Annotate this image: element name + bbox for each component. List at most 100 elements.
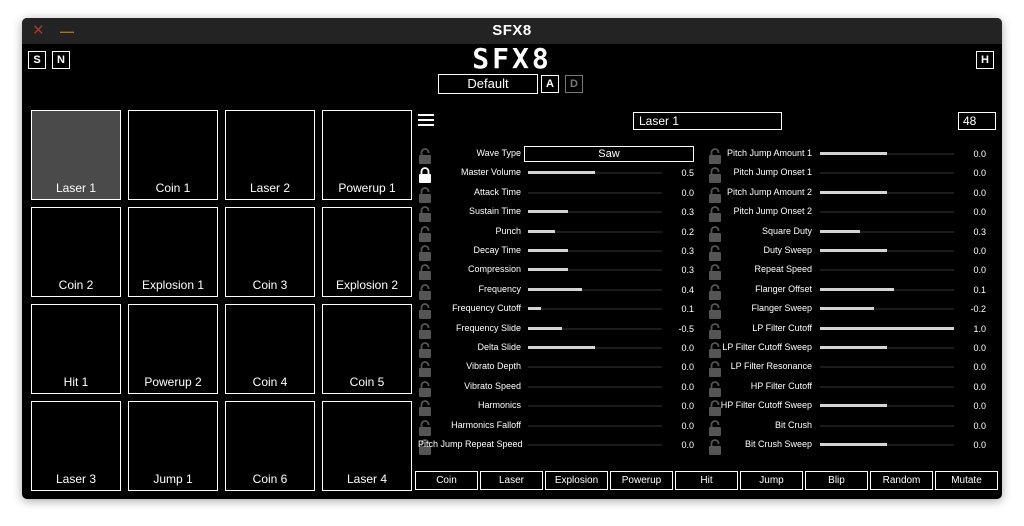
sound-pad-label: Coin 4 (252, 375, 288, 389)
param-bit-crush: Bit Crush 0.0 (708, 417, 988, 436)
slider-fill (820, 307, 874, 311)
param-slider[interactable] (528, 249, 662, 252)
param-slider[interactable] (820, 346, 954, 349)
sound-pad-label: Explosion 1 (141, 278, 205, 292)
param-value: 0.3 (681, 207, 694, 218)
sound-pad-laser-1[interactable]: Laser 1 (31, 110, 121, 200)
param-slider[interactable] (528, 210, 662, 214)
param-lp-filter-cutoff: LP Filter Cutoff 1.0 (708, 320, 988, 339)
generate-mutate-button[interactable]: Mutate (935, 471, 998, 490)
sound-pad-laser-3[interactable]: Laser 3 (31, 401, 121, 491)
param-slider[interactable] (820, 385, 954, 388)
sound-pad-hit-1[interactable]: Hit 1 (31, 304, 121, 394)
param-pitch-jump-onset-1: Pitch Jump Onset 1 0.0 (708, 164, 988, 184)
sound-pad-powerup-1[interactable]: Powerup 1 (322, 110, 412, 200)
param-slider[interactable] (820, 249, 954, 252)
sound-pad-explosion-1[interactable]: Explosion 1 (128, 207, 218, 297)
param-value: 0.3 (681, 265, 694, 276)
d-button[interactable]: D (565, 75, 583, 93)
param-label: Master Volume (460, 167, 521, 178)
param-value: 0.0 (973, 187, 986, 198)
slider-fill (528, 249, 568, 252)
param-value: 0.0 (973, 401, 986, 412)
param-slider[interactable] (528, 424, 662, 427)
param-punch: Punch 0.2 (418, 223, 696, 242)
param-slider[interactable] (820, 424, 954, 427)
param-label: Frequency (478, 283, 521, 294)
preset-selector[interactable]: Default (438, 74, 538, 94)
param-slider[interactable] (820, 287, 954, 291)
param-slider[interactable] (528, 229, 662, 233)
sound-number-field[interactable]: 48 (958, 112, 996, 130)
param-flanger-offset: Flanger Offset 0.1 (708, 281, 988, 300)
sound-name-field[interactable]: Laser 1 (633, 112, 782, 130)
param-slider[interactable] (528, 191, 662, 194)
param-slider[interactable] (528, 287, 662, 291)
param-slider[interactable] (820, 307, 954, 311)
param-value: 0.1 (681, 304, 694, 315)
param-frequency-cutoff: Frequency Cutoff 0.1 (418, 300, 696, 320)
param-slider[interactable] (820, 269, 954, 272)
param-pitch-jump-repeat-speed: Pitch Jump Repeat Speed 0.0 (418, 436, 696, 455)
param-slider[interactable] (820, 366, 954, 369)
a-button[interactable]: A (541, 75, 559, 93)
param-pitch-jump-amount-1: Pitch Jump Amount 1 0.0 (708, 145, 988, 164)
sound-pad-coin-3[interactable]: Coin 3 (225, 207, 315, 297)
app-logo: SFX8 (472, 42, 552, 75)
param-label: Decay Time (473, 245, 521, 255)
param-slider[interactable] (528, 307, 662, 311)
slider-fill (820, 190, 887, 194)
param-delta-slide: Delta Slide 0.0 (418, 339, 696, 358)
param-label: Pitch Jump Amount 1 (726, 148, 812, 158)
param-slider[interactable] (820, 443, 954, 446)
param-slider[interactable] (528, 326, 662, 330)
sound-pad-jump-1[interactable]: Jump 1 (128, 401, 218, 491)
generate-jump-button[interactable]: Jump (740, 471, 803, 490)
generate-random-button[interactable]: Random (870, 471, 933, 490)
param-slider[interactable] (820, 326, 954, 330)
param-slider[interactable] (528, 385, 662, 388)
generate-coin-button[interactable]: Coin (415, 471, 478, 490)
param-slider[interactable] (820, 152, 954, 155)
sound-pad-label: Coin 6 (252, 472, 288, 486)
sound-pad-explosion-2[interactable]: Explosion 2 (322, 207, 412, 297)
generate-powerup-button[interactable]: Powerup (610, 471, 673, 490)
hamburger-menu-icon[interactable] (418, 114, 434, 128)
sound-pad-label: Laser 1 (55, 181, 97, 195)
param-slider[interactable] (528, 268, 662, 272)
sound-pad-coin-2[interactable]: Coin 2 (31, 207, 121, 297)
sound-pad-laser-2[interactable]: Laser 2 (225, 110, 315, 200)
param-slider[interactable] (820, 190, 954, 194)
sound-pad-coin-5[interactable]: Coin 5 (322, 304, 412, 394)
sound-pad-coin-6[interactable]: Coin 6 (225, 401, 315, 491)
sound-pad-label: Powerup 1 (338, 181, 396, 195)
param-slider[interactable] (820, 172, 954, 175)
param-slider[interactable] (528, 346, 662, 349)
sound-pad-powerup-2[interactable]: Powerup 2 (128, 304, 218, 394)
param-slider[interactable] (820, 404, 954, 408)
param-label: Harmonics (477, 400, 521, 411)
generate-hit-button[interactable]: Hit (675, 471, 738, 490)
generate-blip-button[interactable]: Blip (805, 471, 868, 490)
wave-type-select[interactable]: Saw (524, 146, 694, 162)
param-lp-filter-cutoff-sweep: LP Filter Cutoff Sweep 0.0 (708, 339, 988, 358)
sound-pad-label: Laser 4 (346, 472, 388, 486)
param-value: 0.0 (973, 168, 986, 179)
param-slider[interactable] (820, 229, 954, 233)
generate-laser-button[interactable]: Laser (480, 471, 543, 490)
param-slider[interactable] (820, 211, 954, 214)
title-bar: ✕ — SFX8 (22, 18, 1002, 44)
param-value: 0.0 (681, 187, 694, 198)
param-slider[interactable] (528, 444, 662, 446)
generate-explosion-button[interactable]: Explosion (545, 471, 608, 490)
param-duty-sweep: Duty Sweep 0.0 (708, 242, 988, 261)
sound-pad-coin-4[interactable]: Coin 4 (225, 304, 315, 394)
sound-pad-coin-1[interactable]: Coin 1 (128, 110, 218, 200)
param-slider[interactable] (528, 171, 662, 175)
param-value: 0.0 (973, 246, 986, 256)
param-slider[interactable] (528, 405, 662, 408)
param-value: 0.0 (681, 381, 694, 392)
sound-pad-laser-4[interactable]: Laser 4 (322, 401, 412, 491)
param-slider[interactable] (528, 366, 662, 369)
sound-pad-label: Coin 2 (58, 278, 94, 292)
